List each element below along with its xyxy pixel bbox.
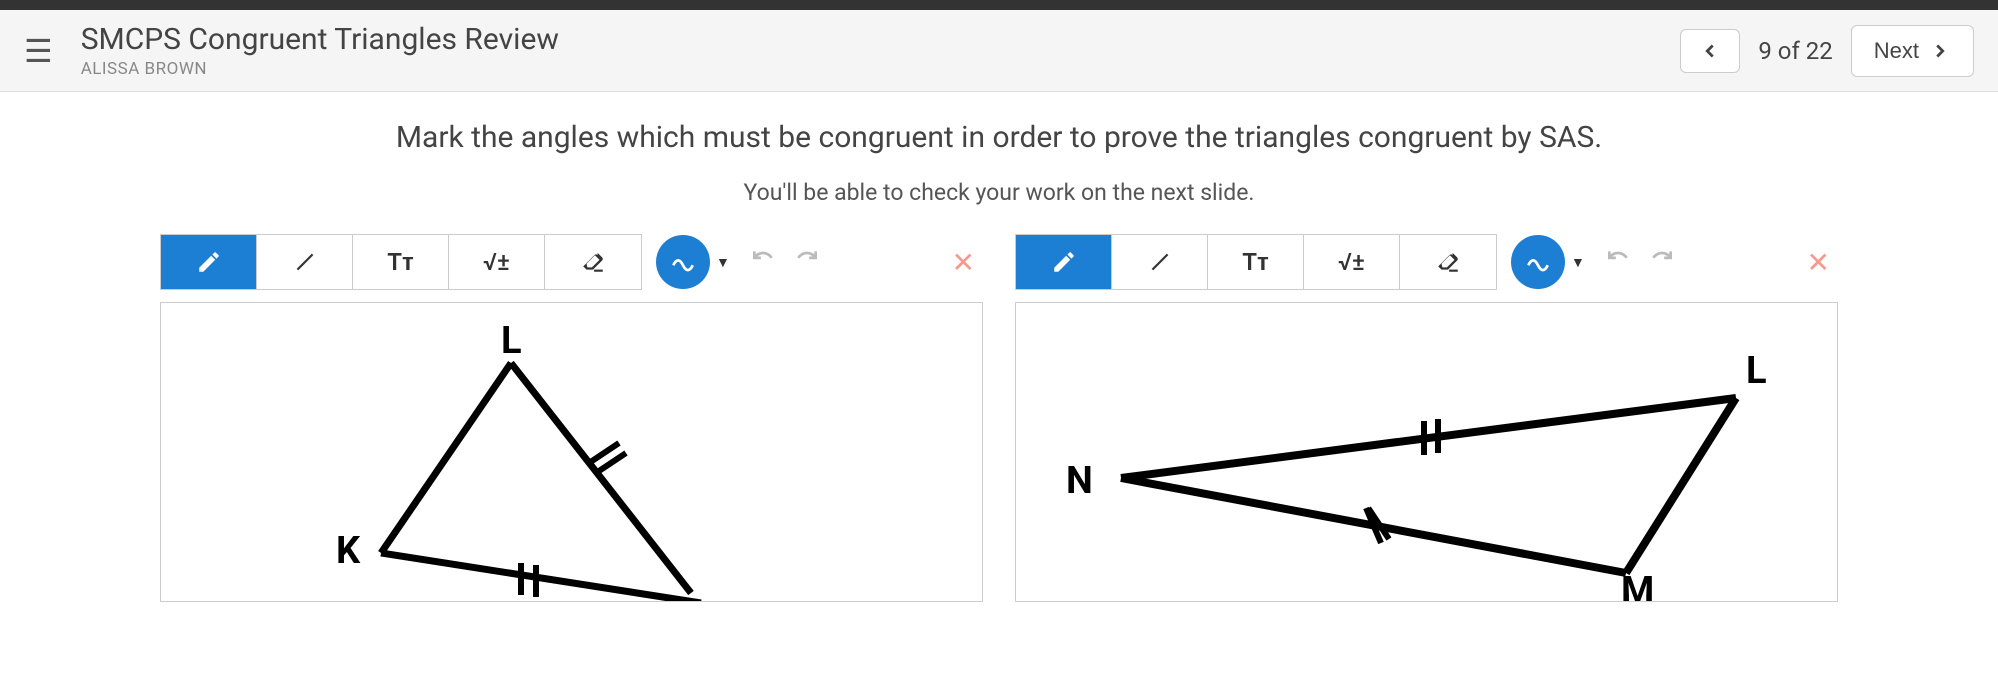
line-icon <box>1147 249 1173 275</box>
chevron-right-icon <box>1929 40 1951 62</box>
color-dropdown-caret[interactable]: ▼ <box>716 254 730 271</box>
vertex-K: K <box>336 529 361 573</box>
canvas-left[interactable]: L K <box>160 302 983 602</box>
redo-button[interactable] <box>1649 247 1675 277</box>
nav-group: 9 of 22 Next <box>1680 25 1974 77</box>
canvas-row: Tᴛ √± ▼ <box>40 234 1958 602</box>
menu-icon[interactable]: ☰ <box>24 35 53 67</box>
pencil-icon <box>196 249 222 275</box>
text-tool[interactable]: Tᴛ <box>353 235 449 289</box>
undo-redo-group <box>750 247 820 277</box>
next-button[interactable]: Next <box>1851 25 1974 77</box>
undo-icon <box>750 247 776 273</box>
toolbar-right: Tᴛ √± ▼ <box>1015 234 1838 290</box>
canvas-block-left: Tᴛ √± ▼ <box>160 234 983 602</box>
title-block: SMCPS Congruent Triangles Review ALISSA … <box>81 22 1681 79</box>
vertex-N: N <box>1066 459 1093 503</box>
scribble-icon <box>670 249 696 275</box>
top-dark-bar <box>0 0 1998 10</box>
text-tool-label: Tᴛ <box>1242 248 1269 277</box>
scribble-icon <box>1525 249 1551 275</box>
canvas-right[interactable]: L N M <box>1015 302 1838 602</box>
prev-button[interactable] <box>1680 29 1740 73</box>
pencil-tool[interactable] <box>1016 235 1112 289</box>
undo-button[interactable] <box>1605 247 1631 277</box>
hint-text: You'll be able to check your work on the… <box>40 179 1958 206</box>
redo-icon <box>794 247 820 273</box>
math-tool[interactable]: √± <box>1304 235 1400 289</box>
eraser-tool[interactable] <box>1400 235 1496 289</box>
math-tool-label: √± <box>1338 248 1365 276</box>
triangle-right: L N M <box>1036 303 1796 602</box>
page-indicator: 9 of 22 <box>1758 37 1832 65</box>
line-tool[interactable] <box>257 235 353 289</box>
vertex-M: M <box>1621 569 1654 602</box>
next-label: Next <box>1874 38 1919 64</box>
author-name: ALISSA BROWN <box>81 59 1681 79</box>
scribble-color-button[interactable] <box>656 235 710 289</box>
eraser-icon <box>1435 249 1461 275</box>
content-area: Mark the angles which must be congruent … <box>0 92 1998 602</box>
triangle-left: L K <box>241 303 761 602</box>
clear-button[interactable]: ✕ <box>1807 246 1830 279</box>
line-tool[interactable] <box>1112 235 1208 289</box>
math-tool-label: √± <box>483 248 510 276</box>
header-bar: ☰ SMCPS Congruent Triangles Review ALISS… <box>0 10 1998 92</box>
redo-button[interactable] <box>794 247 820 277</box>
tool-group: Tᴛ √± <box>160 234 642 290</box>
question-text: Mark the angles which must be congruent … <box>40 120 1958 155</box>
chevron-left-icon <box>1699 40 1721 62</box>
math-tool[interactable]: √± <box>449 235 545 289</box>
undo-button[interactable] <box>750 247 776 277</box>
toolbar-left: Tᴛ √± ▼ <box>160 234 983 290</box>
vertex-L: L <box>1746 349 1767 393</box>
canvas-block-right: Tᴛ √± ▼ <box>1015 234 1838 602</box>
pencil-icon <box>1051 249 1077 275</box>
text-tool[interactable]: Tᴛ <box>1208 235 1304 289</box>
color-dropdown-caret[interactable]: ▼ <box>1571 254 1585 271</box>
undo-redo-group <box>1605 247 1675 277</box>
tool-group: Tᴛ √± <box>1015 234 1497 290</box>
pencil-tool[interactable] <box>161 235 257 289</box>
page-title: SMCPS Congruent Triangles Review <box>81 22 1681 57</box>
scribble-color-button[interactable] <box>1511 235 1565 289</box>
vertex-L: L <box>501 319 522 363</box>
eraser-tool[interactable] <box>545 235 641 289</box>
line-icon <box>292 249 318 275</box>
eraser-icon <box>580 249 606 275</box>
clear-button[interactable]: ✕ <box>952 246 975 279</box>
undo-icon <box>1605 247 1631 273</box>
text-tool-label: Tᴛ <box>387 248 414 277</box>
redo-icon <box>1649 247 1675 273</box>
